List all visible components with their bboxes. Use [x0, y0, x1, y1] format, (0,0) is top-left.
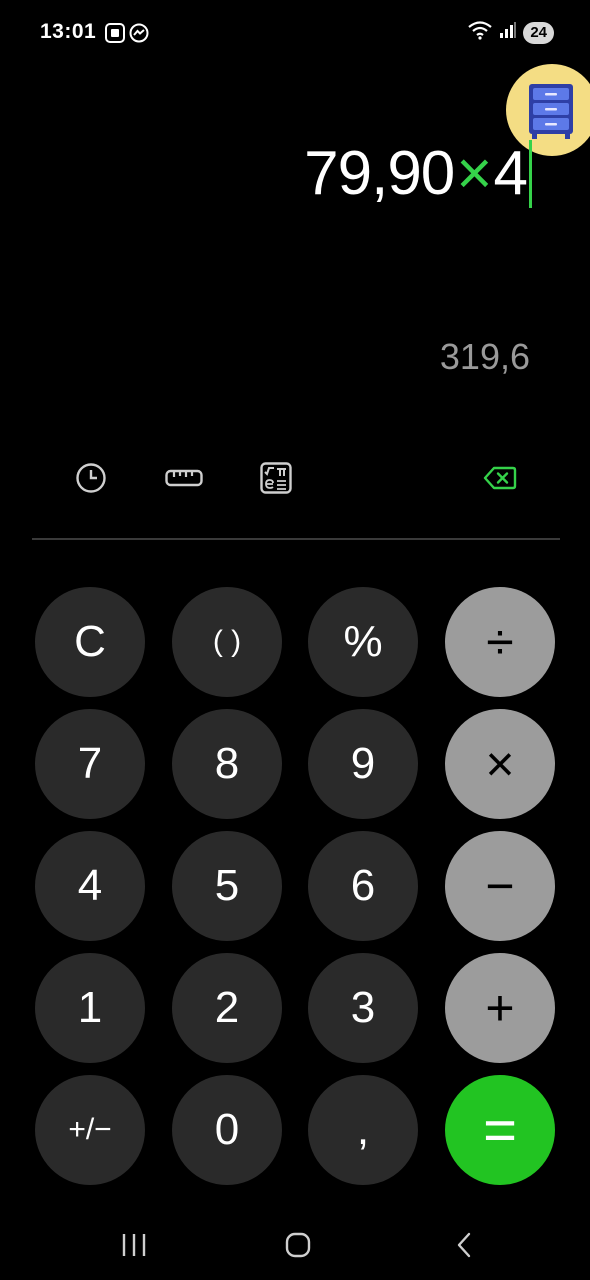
wifi-icon	[467, 20, 493, 45]
messenger-icon	[128, 22, 150, 44]
battery-badge: 24	[523, 21, 554, 44]
plus-minus-button[interactable]: +/−	[35, 1075, 145, 1185]
drawer-cabinet-icon	[529, 84, 573, 139]
digit-8-button[interactable]: 8	[172, 709, 282, 819]
photo-notification-icon	[104, 22, 126, 44]
decimal-button[interactable]: ,	[308, 1075, 418, 1185]
home-icon	[285, 1232, 311, 1258]
digit-5-button[interactable]: 5	[172, 831, 282, 941]
plus-button[interactable]: +	[445, 953, 555, 1063]
percent-button[interactable]: %	[308, 587, 418, 697]
digit-9-button[interactable]: 9	[308, 709, 418, 819]
digit-1-button[interactable]: 1	[35, 953, 145, 1063]
digit-6-button[interactable]: 6	[308, 831, 418, 941]
status-time: 13:01	[40, 20, 97, 43]
multiply-button[interactable]: ×	[445, 709, 555, 819]
scientific-mode-button[interactable]	[258, 458, 294, 498]
divide-button[interactable]: ÷	[445, 587, 555, 697]
clear-button[interactable]: C	[35, 587, 145, 697]
expression-operand-right: 4	[493, 139, 528, 208]
backspace-icon	[483, 466, 517, 490]
minus-button[interactable]: −	[445, 831, 555, 941]
scientific-mode-icon	[260, 462, 292, 494]
backspace-button[interactable]	[480, 458, 520, 498]
digit-4-button[interactable]: 4	[35, 831, 145, 941]
unit-converter-icon	[165, 469, 203, 487]
equals-button[interactable]: =	[445, 1075, 555, 1185]
parentheses-button[interactable]: ( )	[172, 587, 282, 697]
digit-7-button[interactable]: 7	[35, 709, 145, 819]
signal-icon	[499, 21, 517, 44]
back-button[interactable]	[434, 1220, 494, 1270]
expression-display[interactable]: 79,90 × 4	[304, 138, 532, 209]
home-button[interactable]	[268, 1220, 328, 1270]
history-icon	[76, 463, 106, 493]
divider	[32, 538, 560, 540]
expression-operator: ×	[456, 139, 492, 208]
digit-2-button[interactable]: 2	[172, 953, 282, 1063]
text-cursor	[529, 139, 532, 208]
status-bar: 13:01 24	[0, 0, 590, 64]
expression-operand-left: 79,90	[304, 139, 455, 208]
digit-3-button[interactable]: 3	[308, 953, 418, 1063]
back-icon	[457, 1232, 471, 1258]
unit-converter-button[interactable]	[164, 458, 204, 498]
recent-apps-button[interactable]	[104, 1220, 164, 1270]
recent-apps-icon	[122, 1234, 146, 1256]
status-indicators: 24	[467, 20, 554, 45]
result-preview: 319,6	[439, 336, 530, 377]
calculator-screen: 13:01 24 79,90 × 4 319,6 C () % ÷ 7 8 9…	[0, 0, 590, 1280]
digit-0-button[interactable]: 0	[172, 1075, 282, 1185]
history-button[interactable]	[72, 458, 110, 498]
